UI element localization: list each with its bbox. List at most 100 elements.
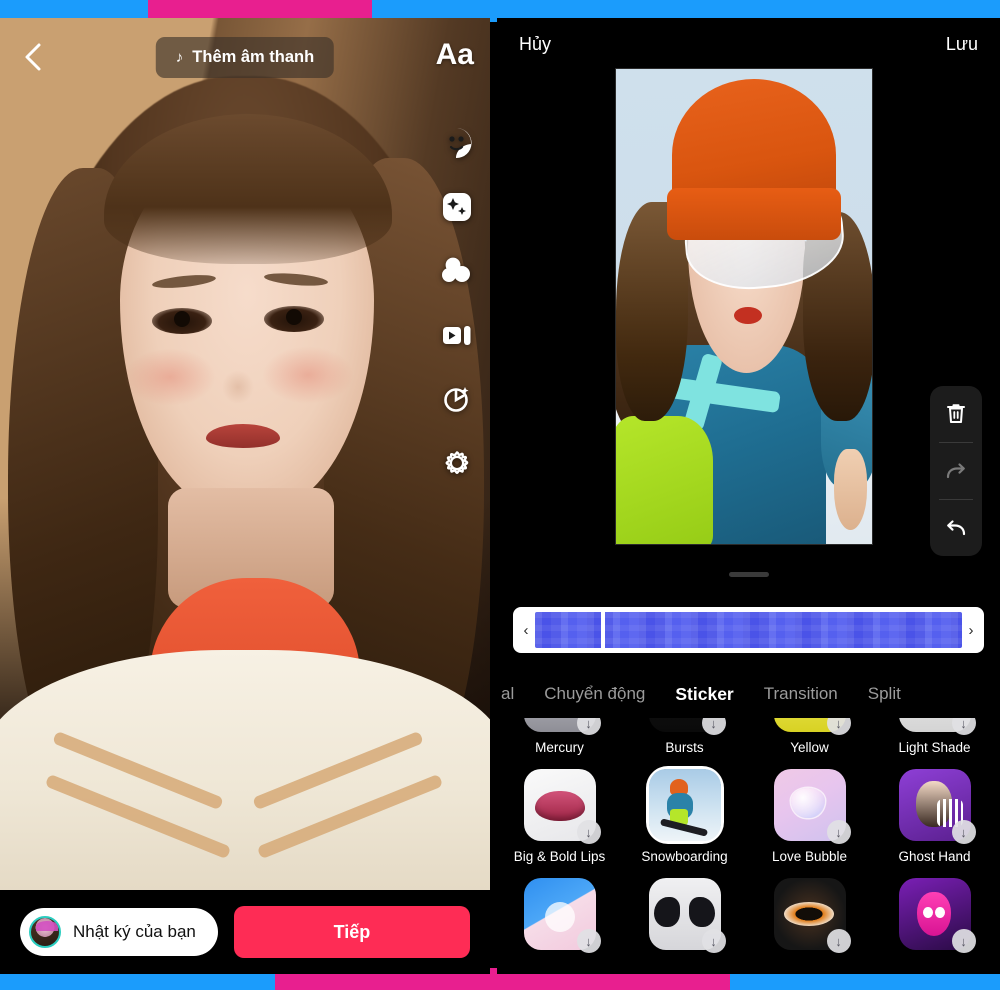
sticker-thumbnail[interactable]: ↓	[523, 718, 601, 735]
sticker-item[interactable]: ↓ Big & Bold Lips	[502, 769, 617, 864]
filter-circles-icon	[442, 257, 470, 282]
sticker-label: Mercury	[535, 740, 584, 755]
sticker-thumbnail[interactable]	[648, 769, 721, 841]
subject-nose	[222, 370, 254, 404]
drag-handle[interactable]	[728, 572, 769, 577]
sticker-art	[648, 769, 721, 841]
sticker-item[interactable]: ↓ Light Shade	[877, 718, 992, 755]
sticker-tool-button[interactable]	[438, 124, 476, 162]
voice-effect-icon	[444, 387, 469, 412]
undo-button[interactable]	[930, 500, 982, 556]
video-timeline[interactable]: ‹ ›	[513, 607, 984, 653]
sticker-item[interactable]: Snowboarding	[627, 769, 742, 864]
sticker-label: Ghost Hand	[898, 849, 971, 864]
tab-transition[interactable]: Transition	[764, 684, 838, 704]
screenshot-panels: ♪ Thêm âm thanh Aa Nhật ký của bạn Tiếp …	[0, 18, 1000, 974]
sticker-row: ↓ ↓ ↓ ↓	[497, 878, 1000, 953]
tab-al[interactable]: al	[501, 684, 514, 704]
split-tool-button[interactable]	[438, 316, 476, 354]
filter-tool-button[interactable]	[438, 252, 476, 290]
music-note-icon: ♪	[175, 48, 184, 66]
sticker-label: Love Bubble	[771, 849, 848, 864]
capture-top-bar: ♪ Thêm âm thanh Aa	[0, 18, 490, 96]
sticker-item[interactable]: ↓	[502, 878, 617, 953]
sticker-thumbnail[interactable]: ↓	[898, 769, 976, 844]
sticker-item[interactable]: ↓	[627, 878, 742, 953]
add-sound-button[interactable]: ♪ Thêm âm thanh	[155, 36, 335, 78]
sticker-grid: ↓ Mercury ↓ Bursts ↓ Yellow ↓ Light Shade ↓ Big &…	[497, 718, 1000, 974]
back-button[interactable]	[16, 40, 50, 74]
sticker-item[interactable]: ↓ Yellow	[752, 718, 867, 755]
sticker-thumbnail[interactable]: ↓	[898, 878, 976, 953]
subject-blush-right	[262, 346, 354, 404]
editor-top-bar: Hủy Lưu	[497, 18, 1000, 70]
save-button[interactable]: Lưu	[946, 34, 978, 55]
download-icon[interactable]: ↓	[951, 820, 976, 844]
sticker-item[interactable]: ↓ Bursts	[627, 718, 742, 755]
sticker-thumbnail[interactable]: ↓	[773, 878, 851, 953]
effect-preview[interactable]	[615, 68, 873, 545]
timeline-left-chevron-icon[interactable]: ‹	[517, 622, 535, 639]
tab-chuyển-động[interactable]: Chuyển động	[544, 684, 645, 704]
sticker-label: Light Shade	[898, 740, 971, 755]
download-icon[interactable]: ↓	[576, 718, 601, 735]
settings-tool-button[interactable]	[438, 444, 476, 482]
timeline-track[interactable]	[535, 612, 962, 648]
effects-tool-button[interactable]	[438, 188, 476, 226]
editor-screen: Hủy Lưu ‹ › al Chuyển động Sticker Trans…	[497, 18, 1000, 974]
subject-sweater	[0, 650, 490, 890]
trash-icon	[947, 404, 965, 423]
sticker-thumbnail[interactable]: ↓	[898, 718, 976, 735]
cancel-button[interactable]: Hủy	[519, 34, 551, 55]
sticker-item[interactable]: ↓ Ghost Hand	[877, 769, 992, 864]
sticker-thumbnail[interactable]: ↓	[773, 718, 851, 735]
sticker-row: ↓ Mercury ↓ Bursts ↓ Yellow ↓ Light Shade	[497, 718, 1000, 755]
sticker-thumbnail[interactable]: ↓	[523, 878, 601, 953]
sticker-label: Bursts	[665, 740, 704, 755]
text-tool-button[interactable]: Aa	[436, 40, 474, 70]
capture-bottom-bar: Nhật ký của bạn Tiếp	[0, 890, 490, 974]
sticker-thumbnail[interactable]: ↓	[648, 718, 726, 735]
subject-eye-right	[264, 306, 324, 332]
sticker-thumbnail[interactable]: ↓	[523, 769, 601, 844]
timeline-right-chevron-icon[interactable]: ›	[962, 622, 980, 639]
download-icon[interactable]: ↓	[576, 820, 601, 844]
next-button[interactable]: Tiếp	[233, 906, 470, 958]
voice-tool-button[interactable]	[438, 380, 476, 418]
redo-button[interactable]	[930, 443, 982, 499]
camera-preview[interactable]	[0, 18, 490, 890]
sticker-item[interactable]: ↓ Mercury	[502, 718, 617, 755]
add-sound-label: Thêm âm thanh	[192, 47, 315, 66]
subject-blush-left	[124, 348, 216, 406]
sticker-item[interactable]: ↓	[752, 878, 867, 953]
timeline-playhead[interactable]	[601, 612, 605, 648]
undo-arrow-icon	[947, 520, 966, 536]
editor-tab-bar: al Chuyển động Sticker Transition Split	[497, 668, 1000, 720]
sticker-label: Yellow	[790, 740, 829, 755]
download-icon[interactable]: ↓	[826, 929, 851, 953]
avatar	[29, 916, 61, 948]
tab-split[interactable]: Split	[868, 684, 901, 704]
download-icon[interactable]: ↓	[576, 929, 601, 953]
subject-lips	[206, 424, 280, 448]
sticker-thumbnail[interactable]: ↓	[773, 769, 851, 844]
diary-button[interactable]: Nhật ký của bạn	[20, 908, 218, 956]
sticker-item[interactable]: ↓	[877, 878, 992, 953]
capture-tool-rail	[438, 106, 476, 482]
diary-label: Nhật ký của bạn	[73, 922, 196, 941]
chevron-left-icon	[25, 43, 41, 71]
editor-action-rail	[930, 386, 982, 556]
sticker-thumbnail[interactable]: ↓	[648, 878, 726, 953]
sticker-label: Big & Bold Lips	[513, 849, 606, 864]
download-icon[interactable]: ↓	[951, 929, 976, 953]
sticker-item[interactable]: ↓ Love Bubble	[752, 769, 867, 864]
download-icon[interactable]: ↓	[701, 718, 726, 735]
avatar-beanie-brim	[667, 187, 842, 240]
download-icon[interactable]: ↓	[826, 718, 851, 735]
download-icon[interactable]: ↓	[826, 820, 851, 844]
download-icon[interactable]: ↓	[951, 718, 976, 735]
sticker-face-icon	[449, 128, 472, 159]
delete-button[interactable]	[930, 386, 982, 442]
download-icon[interactable]: ↓	[701, 929, 726, 953]
tab-sticker[interactable]: Sticker	[675, 684, 733, 705]
